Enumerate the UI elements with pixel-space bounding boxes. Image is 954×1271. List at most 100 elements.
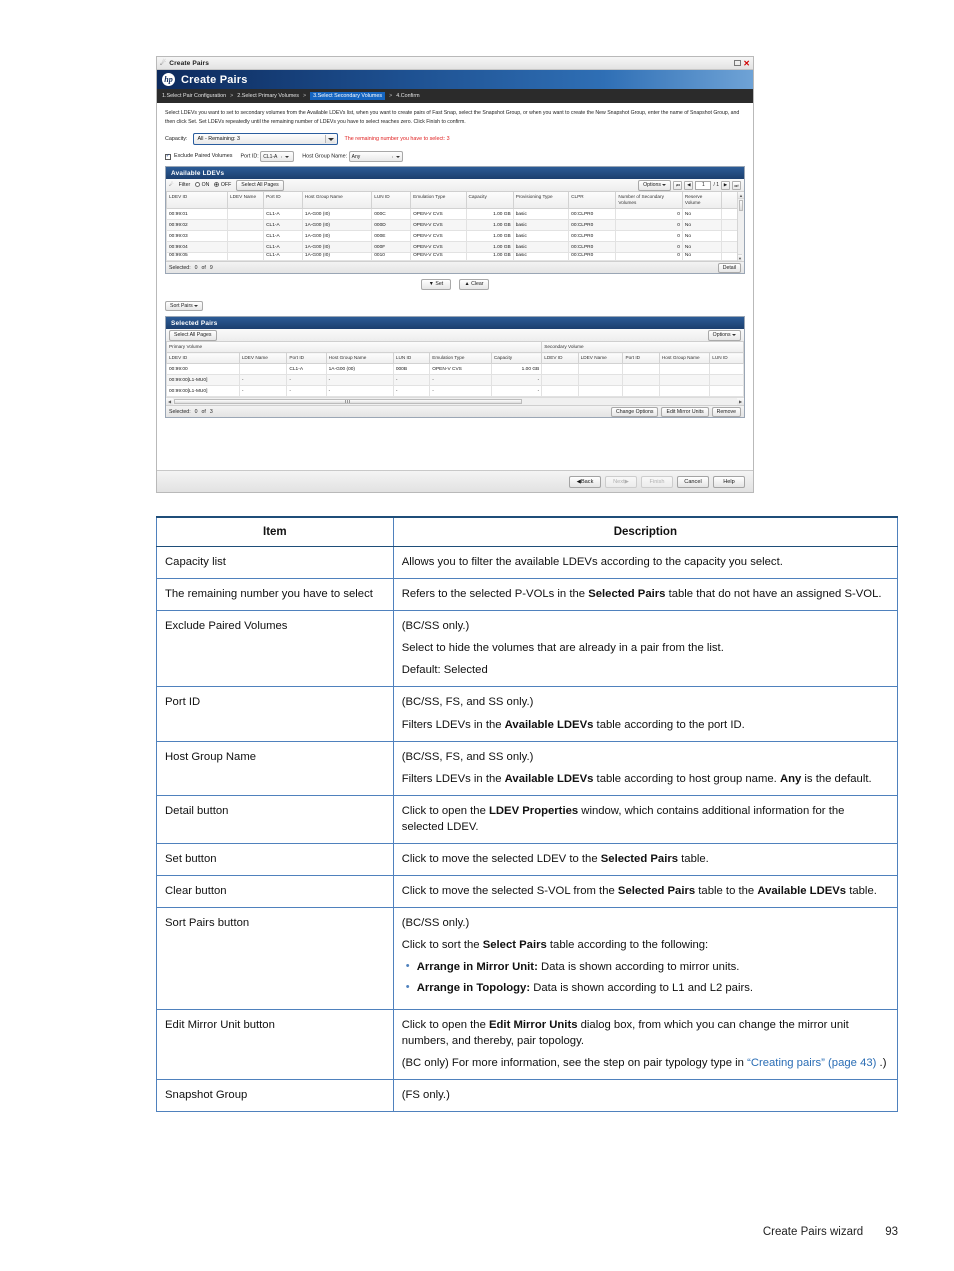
finish-button[interactable]: Finish — [641, 475, 673, 488]
doc-table-row: Port ID (BC/SS, FS, and SS only.) Filters … — [156, 686, 899, 742]
doc-cell-description: Refers to the selected P-VOLs in the Sel… — [392, 578, 899, 612]
clear-button[interactable]: ▲ Clear — [459, 279, 489, 291]
scroll-up-icon[interactable]: ▲ — [738, 192, 744, 200]
col-lun-id[interactable]: LUN ID — [371, 192, 412, 210]
edit-mirror-units-button[interactable]: Edit Mirror Units — [661, 406, 709, 418]
table-row[interactable]: 00:99:01 CL1-A 1A-G00 (I0) 000C OPEN-V C… — [165, 208, 745, 221]
set-button[interactable]: ▼ Set — [421, 279, 451, 291]
host-group-name-select[interactable]: Any — [348, 151, 403, 163]
back-button[interactable]: ◀Back — [569, 475, 601, 488]
cell-ldev-id: 00:99:05 — [165, 252, 229, 262]
select-all-pages-button[interactable]: Select All Pages — [236, 179, 284, 191]
options-button[interactable]: Options — [707, 329, 741, 341]
scrollbar-thumb[interactable] — [174, 399, 523, 405]
doc-cell-item: Exclude Paired Volumes — [156, 610, 394, 688]
emphasis-text: Arrange in Topology: — [416, 981, 531, 994]
first-page-icon[interactable]: ⏮ — [673, 180, 683, 190]
remove-button[interactable]: Remove — [711, 406, 741, 418]
help-button[interactable]: Help — [713, 475, 745, 488]
table-row[interactable]: 00:99:04 CL1-A 1A-G00 (I0) 000F OPEN-V C… — [165, 241, 745, 254]
cell-secondary-ldev-id — [541, 374, 579, 387]
col-primary-ldev-id[interactable]: LDEV ID — [166, 352, 240, 365]
col-primary-capacity[interactable]: Capacity — [490, 352, 543, 365]
table-row[interactable]: 00:99:05 CL1-A 1A-G00 (I0) 0010 OPEN-V C… — [165, 252, 745, 262]
col-secondary-port-id[interactable]: Port ID — [622, 352, 660, 365]
options-button[interactable]: Options — [638, 179, 672, 191]
create-pairs-screenshot-figure: ☄ Create Pairs ✕ hp Create Pairs 1.Selec… — [156, 56, 754, 493]
breadcrumb-step-2[interactable]: 2.Select Primary Volumes — [237, 93, 299, 99]
breadcrumb-separator: > — [303, 93, 307, 99]
close-icon[interactable]: ✕ — [743, 59, 750, 67]
col-provisioning-type[interactable]: Provisioning Type — [512, 192, 570, 210]
col-primary-port-id[interactable]: Port ID — [286, 352, 327, 365]
col-secondary-ldev-id[interactable]: LDEV ID — [541, 352, 579, 365]
selected-pairs-horizontal-scrollbar[interactable]: ◀ ▶ — [166, 397, 744, 406]
minimize-icon[interactable] — [734, 60, 742, 66]
change-options-button[interactable]: Change Options — [610, 406, 659, 418]
port-id-select[interactable]: CL1-A — [260, 151, 295, 163]
page-number-input[interactable]: 1 — [695, 180, 712, 190]
breadcrumb-step-1[interactable]: 1.Select Pair Configuration — [162, 93, 226, 99]
text-run: Click to open the — [401, 804, 489, 817]
cell-secondary-host-group-name — [658, 374, 711, 387]
doc-paragraph: (FS only.) — [402, 1087, 889, 1103]
capacity-select[interactable]: All - Remaining: 3 — [193, 133, 339, 146]
next-page-icon[interactable]: ▶ — [721, 180, 730, 190]
col-number-of-secondary-volumes[interactable]: Number of Secondary Volumes — [615, 192, 683, 210]
cell-secondary-lun-id — [709, 363, 744, 376]
col-primary-emulation-type[interactable]: Emulation Type — [429, 352, 492, 365]
cancel-button[interactable]: Cancel — [677, 475, 709, 488]
cross-reference-link[interactable]: “Creating pairs” (page 43) — [747, 1057, 876, 1069]
scroll-left-icon[interactable]: ◀ — [166, 398, 173, 406]
text-run: (BC/SS only.) — [401, 916, 470, 929]
doc-paragraph: Click to move the selected S-VOL from th… — [402, 883, 889, 899]
sort-pairs-button[interactable]: Sort Pairs — [165, 301, 204, 312]
table-row[interactable]: 00:99:03 CL1-A 1A-G00 (I0) 000E OPEN-V C… — [165, 230, 745, 243]
doc-col-item: Item — [156, 516, 394, 548]
prev-page-icon[interactable]: ◀ — [684, 180, 694, 190]
scroll-right-icon[interactable]: ▶ — [737, 398, 744, 406]
col-secondary-lun-id[interactable]: LUN ID — [709, 352, 744, 365]
table-row[interactable]: 00:99:00 CL1-A 1A-G00 (00) 000B OPEN-V C… — [166, 363, 744, 376]
cell-primary-emulation-type: - — [429, 385, 492, 398]
detail-button[interactable]: Detail — [717, 262, 741, 274]
wizard-title: Create Pairs — [181, 73, 248, 86]
next-button[interactable]: Next▶ — [605, 475, 637, 488]
cell-primary-ldev-id: 00:99:00 — [166, 363, 240, 376]
col-capacity[interactable]: Capacity — [465, 192, 514, 210]
col-ldev-name[interactable]: LDEV Name — [227, 192, 265, 210]
select-all-pages-button[interactable]: Select All Pages — [169, 329, 217, 341]
col-primary-ldev-name[interactable]: LDEV Name — [238, 352, 288, 365]
doc-cell-description: Click to open the Edit Mirror Units dial… — [392, 1008, 899, 1080]
col-host-group-name[interactable]: Host Group Name — [301, 192, 373, 210]
table-row[interactable]: 00:99:00[L1-MU0] - - - - - - — [166, 385, 744, 398]
filter-on-radio[interactable]: ON — [195, 182, 209, 188]
last-page-icon[interactable]: ⏭ — [732, 180, 741, 190]
cell-ldev-name — [227, 241, 265, 254]
scrollbar-thumb[interactable] — [739, 200, 743, 212]
filter-icon[interactable]: ☄ — [169, 182, 174, 188]
table-row[interactable]: 00:99:00[L1-MU0] - - - - - - — [166, 374, 744, 387]
col-clpr[interactable]: CLPR — [568, 192, 617, 210]
col-reserve-volume[interactable]: Reserve Volume — [681, 192, 722, 210]
col-emulation-type[interactable]: Emulation Type — [410, 192, 467, 210]
scrollbar-track[interactable] — [174, 399, 736, 405]
filter-off-radio[interactable]: OFF — [214, 182, 231, 188]
col-port-id[interactable]: Port ID — [263, 192, 303, 210]
scroll-down-icon[interactable]: ▼ — [738, 254, 742, 262]
breadcrumb-step-4[interactable]: 4.Confirm — [396, 93, 419, 99]
text-run: Data is shown according to mirror units. — [537, 960, 740, 973]
exclude-paired-volumes-checkbox[interactable]: ✓ Exclude Paired Volumes — [165, 153, 232, 160]
col-secondary-host-group-name[interactable]: Host Group Name — [658, 352, 711, 365]
table-row[interactable]: 00:99:02 CL1-A 1A-G00 (I0) 000D OPEN-V C… — [165, 219, 745, 232]
col-primary-host-group-name[interactable]: Host Group Name — [325, 352, 394, 365]
col-secondary-ldev-name[interactable]: LDEV Name — [577, 352, 624, 365]
breadcrumb-step-3[interactable]: 3.Select Secondary Volumes — [310, 92, 386, 100]
text-run: table according to host group name. — [593, 772, 780, 785]
available-ldevs-vertical-scrollbar[interactable]: ▲ ▼ — [737, 192, 744, 262]
col-ldev-id[interactable]: LDEV ID — [165, 192, 229, 210]
text-run: table according to the port ID. — [593, 718, 745, 731]
col-primary-lun-id[interactable]: LUN ID — [392, 352, 431, 365]
cell-secondary-port-id — [622, 374, 660, 387]
capacity-select-value: All - Remaining: 3 — [197, 136, 241, 143]
